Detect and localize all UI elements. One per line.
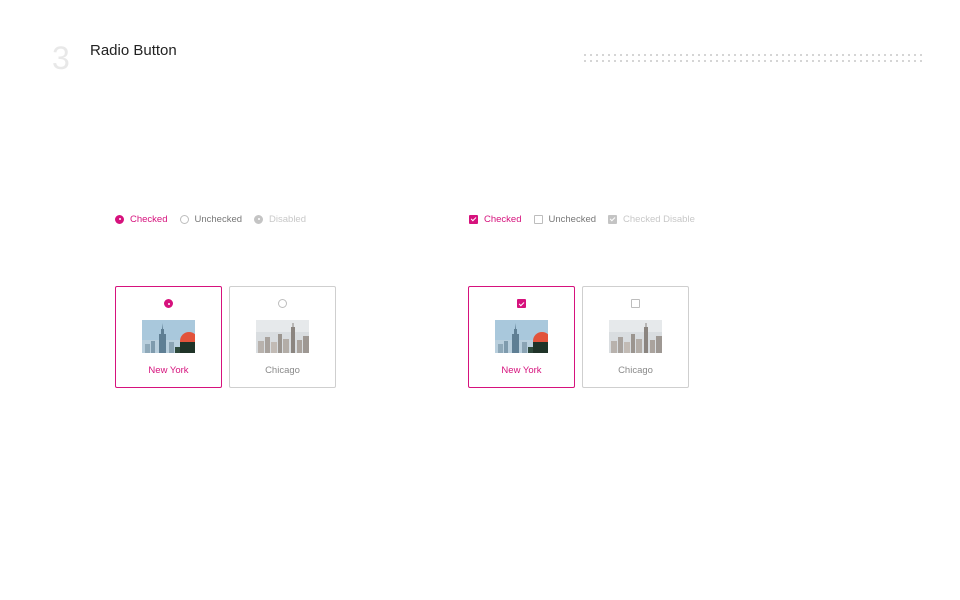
checkbox-card-new-york-label: New York bbox=[501, 365, 542, 376]
checkbox-checked-disabled-label: Checked Disable bbox=[623, 213, 695, 225]
checkbox-card-chicago[interactable]: Chicago bbox=[582, 286, 689, 388]
checkbox-checked-label: Checked bbox=[484, 213, 522, 225]
dotted-divider bbox=[582, 54, 922, 64]
radio-states-row: Checked Unchecked Disabled bbox=[115, 212, 318, 226]
checkbox-checked-icon[interactable] bbox=[469, 214, 478, 224]
chicago-photo bbox=[256, 320, 309, 353]
checkbox-unchecked-option[interactable]: Unchecked bbox=[533, 213, 597, 225]
new-york-photo bbox=[495, 320, 548, 353]
checkbox-states-row: Checked Unchecked Checked Disable bbox=[469, 212, 707, 226]
radio-unchecked-icon[interactable] bbox=[179, 214, 189, 224]
radio-unchecked-label: Unchecked bbox=[194, 213, 243, 225]
section-number: 3 bbox=[52, 40, 70, 76]
checkbox-checked-disabled-option: Checked Disable bbox=[608, 214, 695, 225]
checkbox-checked-disabled-icon bbox=[608, 214, 618, 224]
page-title: Radio Button bbox=[90, 42, 177, 59]
checkbox-card-new-york-check-icon[interactable] bbox=[517, 299, 526, 308]
radio-card-chicago-label: Chicago bbox=[265, 365, 300, 376]
radio-checked-label: Checked bbox=[130, 213, 168, 225]
radio-card-new-york-label: New York bbox=[148, 365, 189, 376]
checkbox-card-chicago-label: Chicago bbox=[618, 365, 653, 376]
radio-disabled-icon bbox=[254, 214, 264, 224]
radio-checked-icon[interactable] bbox=[115, 214, 124, 224]
checkbox-card-chicago-check-icon[interactable] bbox=[631, 299, 640, 308]
checkbox-checked-option[interactable]: Checked bbox=[469, 214, 522, 225]
checkbox-unchecked-label: Unchecked bbox=[548, 213, 597, 225]
radio-card-new-york-radio-icon[interactable] bbox=[164, 299, 173, 308]
radio-card-chicago-radio-icon[interactable] bbox=[278, 299, 287, 308]
checkbox-unchecked-icon[interactable] bbox=[533, 214, 543, 224]
new-york-photo bbox=[142, 320, 195, 353]
radio-checked-option[interactable]: Checked bbox=[115, 214, 168, 225]
radio-disabled-option: Disabled bbox=[254, 214, 306, 225]
radio-disabled-label: Disabled bbox=[269, 213, 306, 225]
radio-unchecked-option[interactable]: Unchecked bbox=[179, 213, 243, 225]
radio-card-chicago[interactable]: Chicago bbox=[229, 286, 336, 388]
chicago-photo bbox=[609, 320, 662, 353]
checkbox-card-new-york[interactable]: New York bbox=[468, 286, 575, 388]
radio-card-new-york[interactable]: New York bbox=[115, 286, 222, 388]
